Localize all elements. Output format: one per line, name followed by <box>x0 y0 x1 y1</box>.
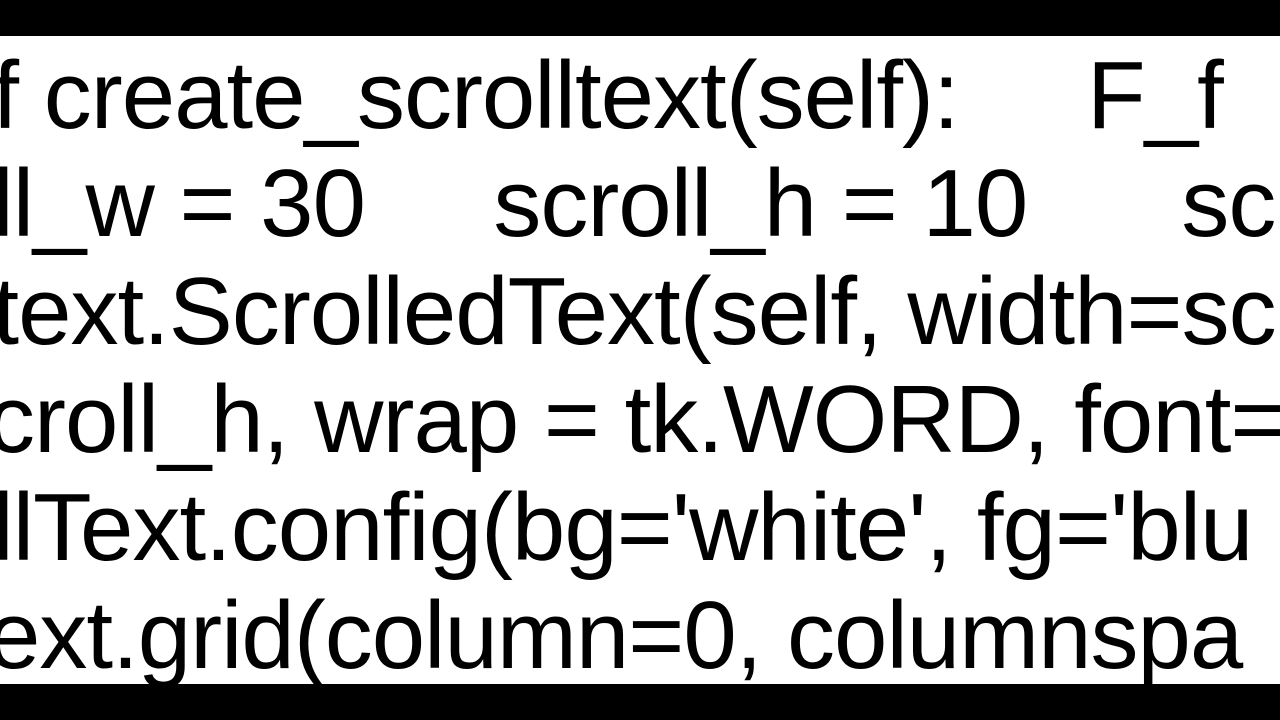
code-line: Text.grid(column=0, columnspa <box>0 582 1280 690</box>
code-block: ef create_scrolltext(self): F_f oll_w = … <box>0 42 1280 690</box>
code-viewport: ef create_scrolltext(self): F_f oll_w = … <box>0 36 1280 684</box>
code-line: ollText.config(bg='white', fg='blu <box>0 474 1280 582</box>
code-line: dtext.ScrolledText(self, width=sc <box>0 258 1280 366</box>
code-line: scroll_h, wrap = tk.WORD, font= <box>0 366 1280 474</box>
code-line: oll_w = 30 scroll_h = 10 sc <box>0 150 1280 258</box>
code-line: ef create_scrolltext(self): F_f <box>0 42 1280 150</box>
